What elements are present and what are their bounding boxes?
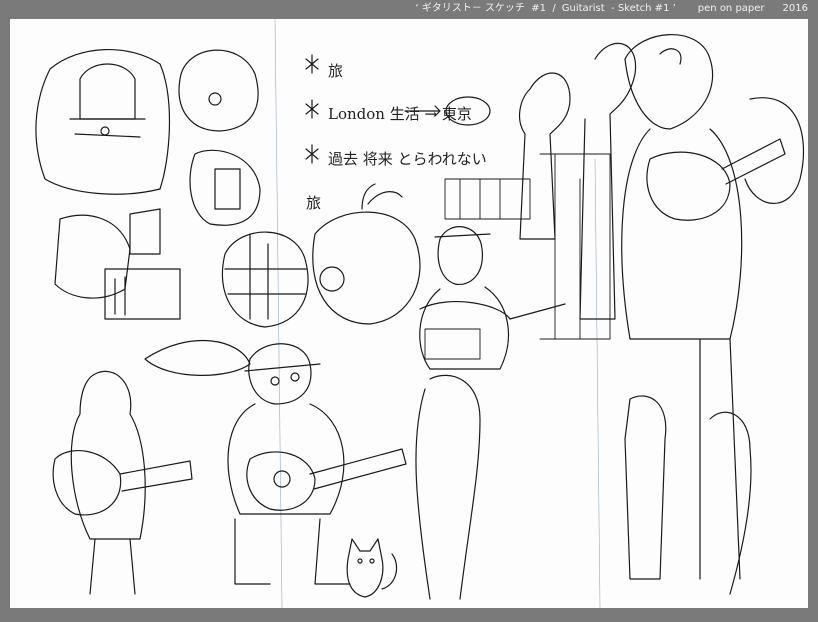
backpack-sketch [35, 49, 171, 195]
apple-sketch [312, 183, 421, 325]
guitarist-left-sketch [52, 370, 193, 595]
note-travel-2: 旅 [306, 194, 322, 212]
note-london: London 生活 → 東京 [328, 105, 472, 123]
building-sketch [424, 153, 611, 360]
note-past-future: 過去 将来 とらわれない [328, 150, 487, 168]
sketch-paper: 旅 London 生活 → 東京 過去 将来 とらわれない 旅 [10, 19, 808, 608]
jar-sketch [221, 231, 309, 328]
round-creature-sketch [178, 49, 261, 226]
standing-figures-sketch [518, 34, 805, 595]
image-caption: ‘ ギタリスト－ スケッチ #1 / Guitarist - Sketch #1 … [409, 0, 808, 18]
caption-year: 2016 [782, 3, 808, 14]
note-travel: 旅 [328, 62, 344, 80]
bag-sketch [54, 208, 251, 376]
caption-title-en: Guitarist - Sketch #1 ’ [561, 3, 676, 14]
caption-medium: pen on paper [697, 3, 765, 14]
cat-sketch [346, 538, 398, 598]
caption-title-ja: ‘ ギタリスト－ スケッチ #1 / [415, 3, 556, 14]
guitarist-stool-sketch [415, 226, 566, 600]
